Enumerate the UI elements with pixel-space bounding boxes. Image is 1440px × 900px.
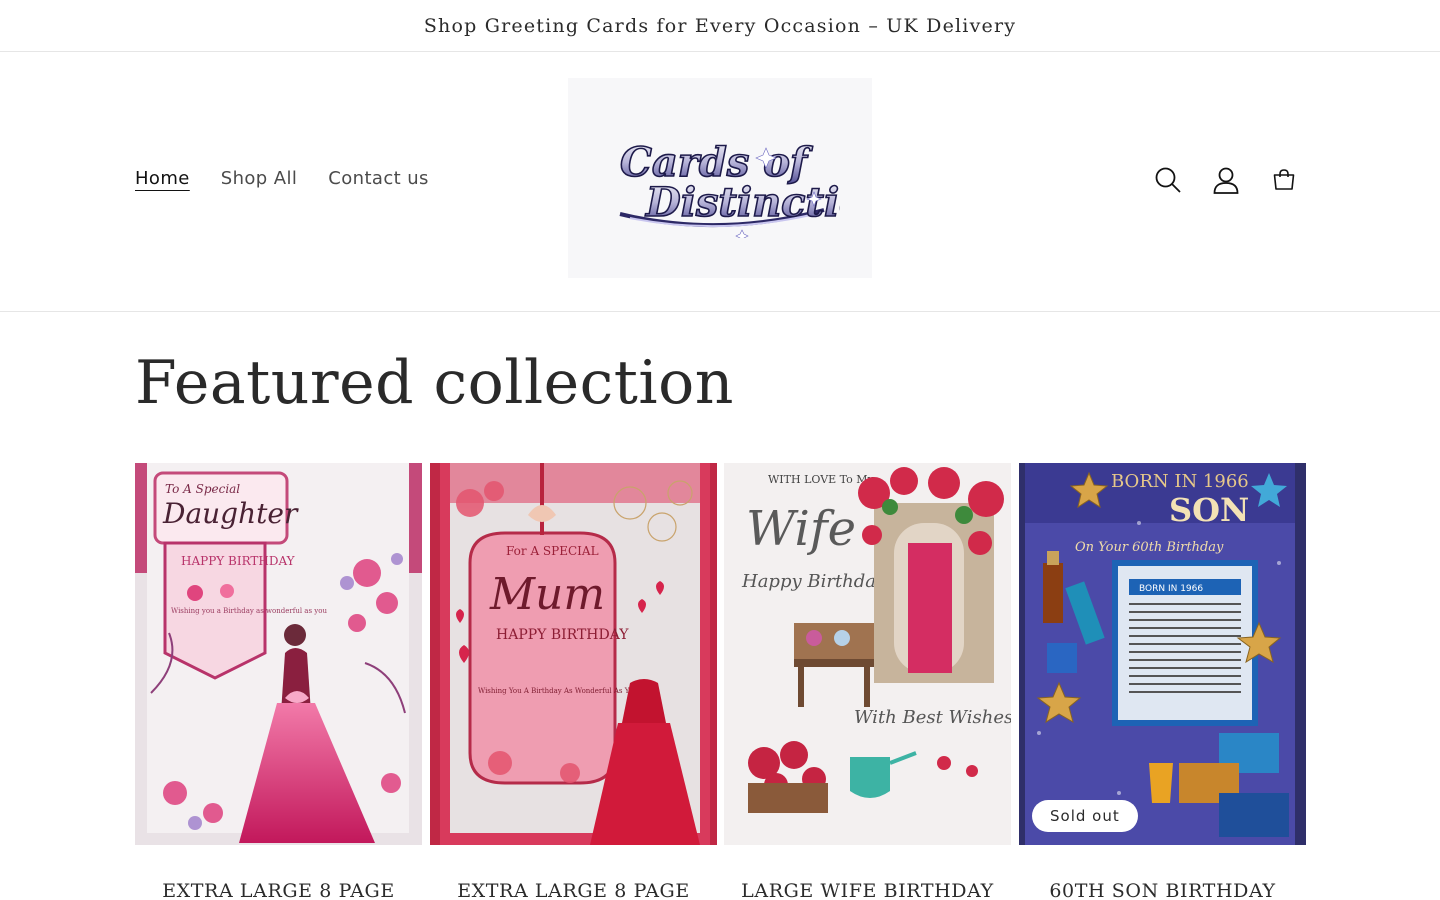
card-illustration: For A SPECIAL Mum HAPPY BIRTHDAY Wishing…: [430, 463, 717, 845]
product-title[interactable]: EXTRA LARGE 8 PAGE: [135, 880, 422, 900]
product-image[interactable]: BORN IN 1966 SON On Your 60th Birthday B…: [1019, 463, 1306, 845]
card-text-main: Wife: [746, 501, 856, 557]
card-text-sub: On Your 60th Birthday: [1075, 540, 1224, 555]
site-header: Home Shop All Contact us Cards of Distin…: [0, 52, 1440, 312]
product-grid: To A Special Daughter HAPPY BIRTHDAY Wis…: [135, 463, 1306, 900]
product-image[interactable]: To A Special Daughter HAPPY BIRTHDAY Wis…: [135, 463, 422, 845]
card-illustration: WITH LOVE To My Wife Happy Birthday With…: [724, 463, 1011, 845]
card-text-small: BORN IN 1966: [1139, 584, 1203, 594]
card-illustration: BORN IN 1966 SON On Your 60th Birthday B…: [1019, 463, 1306, 845]
card-text-main: Mum: [489, 569, 605, 620]
announcement-text: Shop Greeting Cards for Every Occasion –…: [423, 14, 1017, 37]
site-logo[interactable]: Cards of Distinction: [568, 78, 872, 278]
nav-item-home[interactable]: Home: [135, 168, 190, 189]
search-button[interactable]: [1148, 160, 1188, 200]
search-icon: [1155, 167, 1181, 193]
product-title[interactable]: LARGE WIFE BIRTHDAY: [724, 880, 1011, 900]
logo-text-line2: Distinction: [645, 179, 840, 226]
nav-item-contact-us[interactable]: Contact us: [328, 168, 429, 189]
cart-icon: [1273, 169, 1295, 190]
product-card[interactable]: To A Special Daughter HAPPY BIRTHDAY Wis…: [135, 463, 422, 900]
card-text-top: BORN IN 1966: [1111, 471, 1249, 492]
card-text-small: Wishing you a Birthday as wonderful as y…: [171, 607, 327, 615]
product-card[interactable]: BORN IN 1966 SON On Your 60th Birthday B…: [1019, 463, 1306, 900]
card-text-main: Daughter: [162, 497, 299, 530]
card-illustration: To A Special Daughter HAPPY BIRTHDAY Wis…: [135, 463, 422, 845]
card-text-small: Wishing You A Birthday As Wonderful As Y…: [478, 687, 638, 695]
header-icons: [1148, 160, 1304, 200]
section-title: Featured collection: [135, 348, 734, 418]
announcement-bar: Shop Greeting Cards for Every Occasion –…: [0, 0, 1440, 52]
card-text-top: For A SPECIAL: [506, 544, 599, 558]
card-text-top: To A Special: [165, 482, 240, 496]
logo-graphic: Cards of Distinction: [619, 138, 840, 238]
main-nav: Home Shop All Contact us: [135, 168, 429, 189]
product-image[interactable]: For A SPECIAL Mum HAPPY BIRTHDAY Wishing…: [430, 463, 717, 845]
card-text-main: SON: [1169, 491, 1249, 529]
product-image[interactable]: WITH LOVE To My Wife Happy Birthday With…: [724, 463, 1011, 845]
card-text-sub: Happy Birthday: [741, 571, 887, 592]
product-title[interactable]: 60TH SON BIRTHDAY: [1019, 880, 1306, 900]
card-text-sub: HAPPY BIRTHDAY: [496, 627, 629, 643]
account-button[interactable]: [1206, 160, 1246, 200]
nav-item-shop-all[interactable]: Shop All: [221, 168, 298, 189]
product-title[interactable]: EXTRA LARGE 8 PAGE: [430, 880, 717, 900]
card-text-top: WITH LOVE To My: [768, 473, 875, 486]
product-card[interactable]: WITH LOVE To My Wife Happy Birthday With…: [724, 463, 1011, 900]
sold-out-badge: Sold out: [1032, 800, 1138, 832]
card-text-small: With Best Wishes: [854, 707, 1011, 728]
card-text-sub: HAPPY BIRTHDAY: [181, 554, 296, 568]
account-icon: [1213, 167, 1239, 194]
product-card[interactable]: For A SPECIAL Mum HAPPY BIRTHDAY Wishing…: [430, 463, 717, 900]
cart-button[interactable]: [1264, 160, 1304, 200]
